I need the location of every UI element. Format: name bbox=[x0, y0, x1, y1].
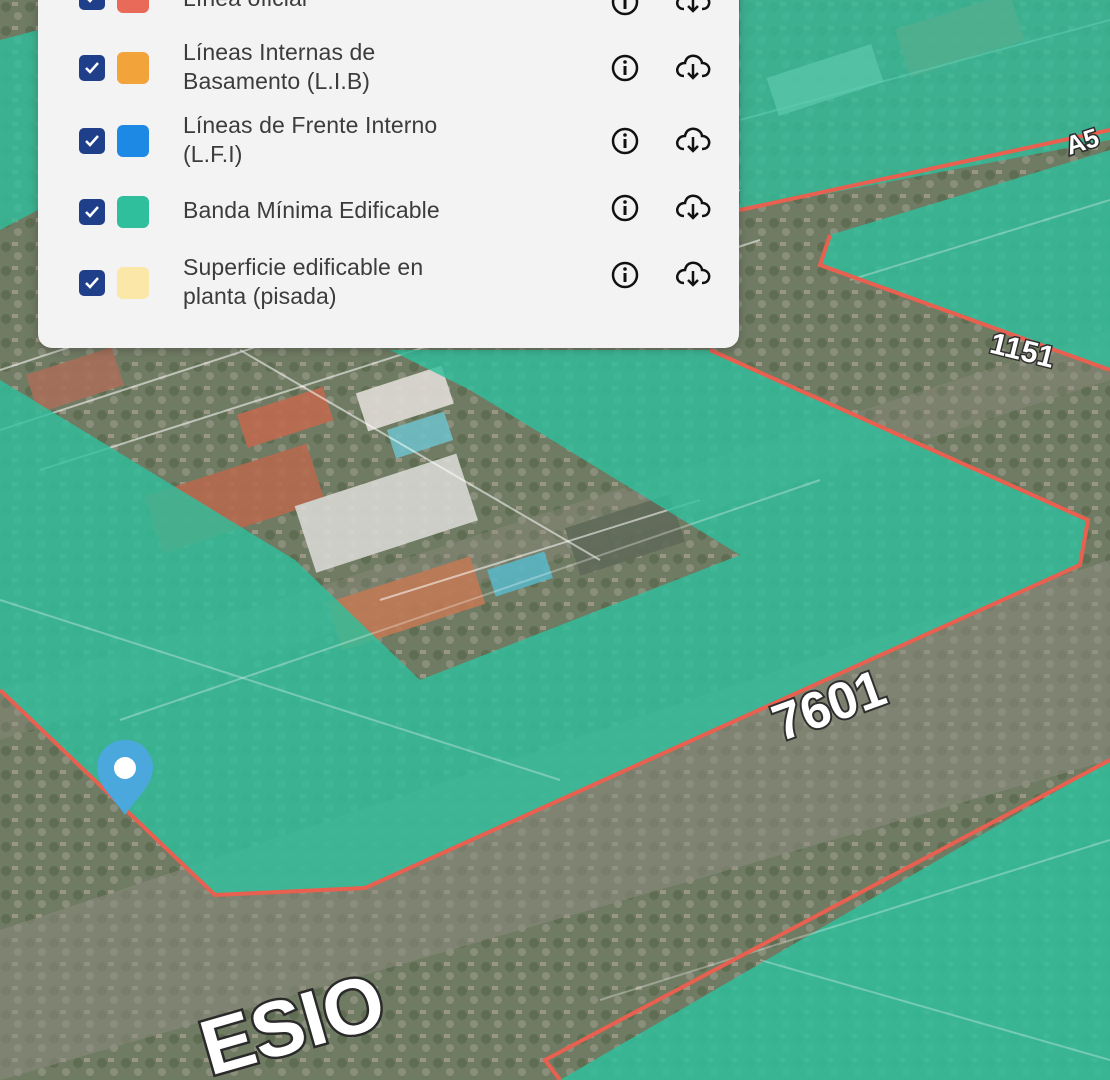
layer-label: Líneas Internas de Basamento (L.I.B) bbox=[183, 39, 376, 94]
color-swatch bbox=[117, 52, 149, 84]
info-icon[interactable] bbox=[610, 193, 640, 223]
checkbox-superficie[interactable] bbox=[79, 270, 105, 296]
color-swatch bbox=[117, 267, 149, 299]
color-swatch bbox=[117, 196, 149, 228]
cloud-download-icon[interactable] bbox=[674, 0, 712, 15]
checkbox-linea-oficial[interactable] bbox=[79, 0, 105, 10]
layer-label: Banda Mínima Edificable bbox=[183, 197, 440, 223]
info-icon[interactable] bbox=[610, 260, 640, 290]
layer-label: Línea oficial bbox=[183, 0, 563, 13]
info-icon[interactable] bbox=[610, 53, 640, 83]
checkbox-banda-minima[interactable] bbox=[79, 199, 105, 225]
info-icon[interactable] bbox=[610, 126, 640, 156]
checkbox-lib[interactable] bbox=[79, 55, 105, 81]
layer-label: Líneas de Frente Interno (L.F.I) bbox=[183, 112, 438, 167]
cloud-download-icon[interactable] bbox=[674, 125, 712, 155]
color-swatch bbox=[117, 0, 149, 13]
cloud-download-icon[interactable] bbox=[674, 52, 712, 82]
info-icon[interactable] bbox=[610, 0, 640, 17]
cloud-download-icon[interactable] bbox=[674, 259, 712, 289]
cloud-download-icon[interactable] bbox=[674, 192, 712, 222]
color-swatch bbox=[117, 125, 149, 157]
layer-label: Superficie edificable en planta (pisada) bbox=[183, 254, 424, 309]
layer-legend-panel: Línea oficial Líneas Internas de Basamen… bbox=[38, 0, 739, 348]
checkbox-lfi[interactable] bbox=[79, 128, 105, 154]
